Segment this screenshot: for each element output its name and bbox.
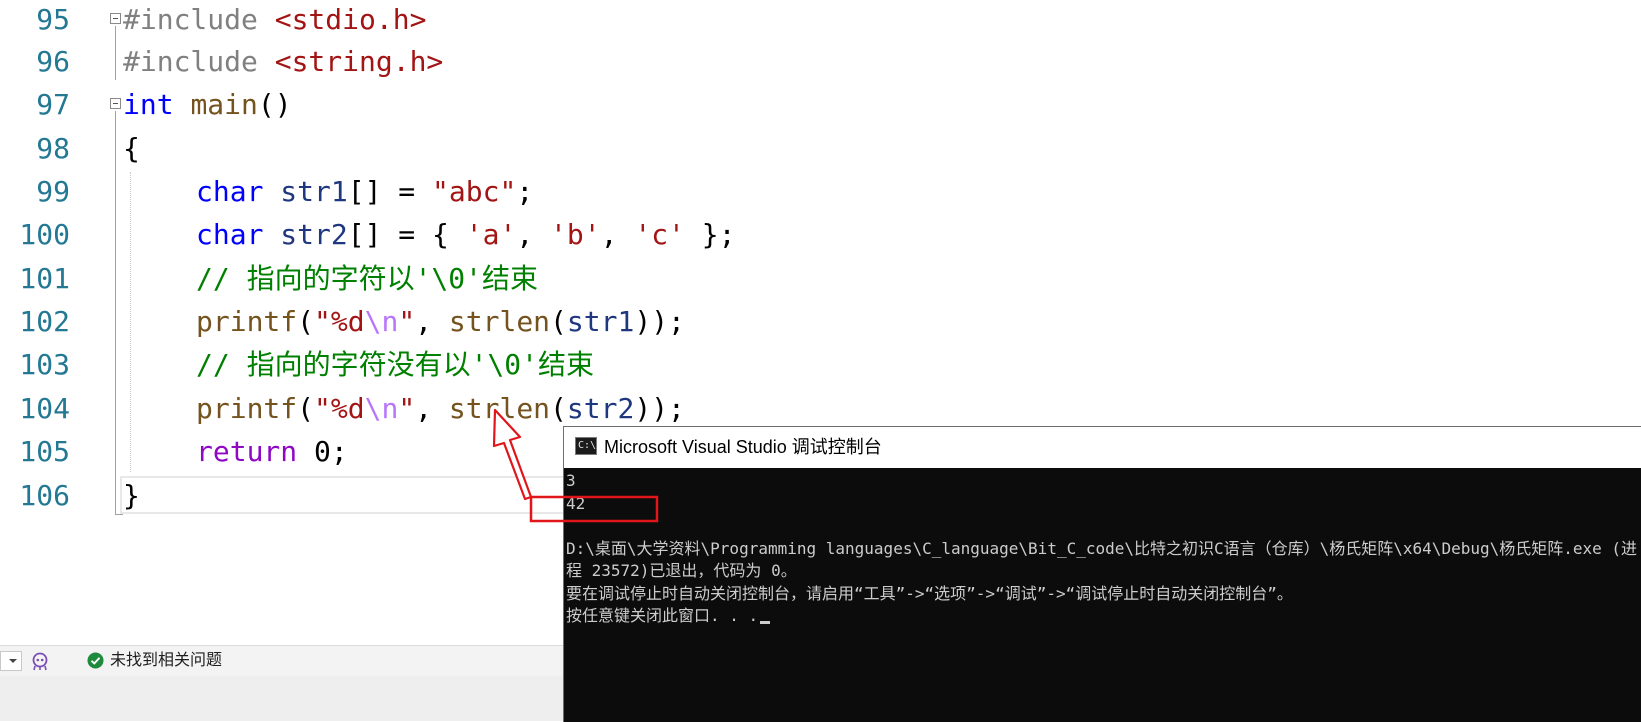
code-line-102[interactable]: printf("%d\n", strlen(str1)); [196, 302, 685, 342]
code-line-106[interactable]: } [123, 476, 140, 516]
code-line-97[interactable]: int main() [123, 85, 292, 125]
check-circle-icon [87, 652, 104, 669]
fold-line [115, 26, 116, 80]
line-number: 105 [19, 435, 70, 468]
zoom-dropdown[interactable] [0, 651, 22, 671]
line-number: 101 [19, 262, 70, 295]
console-app-icon: C:\ [575, 437, 597, 455]
code-line-103-comment[interactable]: // 指向的字符没有以'\0'结束 [196, 345, 594, 385]
line-number: 106 [19, 479, 70, 512]
issues-status-text[interactable]: 未找到相关问题 [110, 652, 222, 670]
code-line-95[interactable]: #include <stdio.h> [123, 0, 426, 40]
code-line-101-comment[interactable]: // 指向的字符以'\0'结束 [196, 259, 538, 299]
console-line: 要在调试停止时自动关闭控制台，请启用“工具”->“选项”->“调试”->“调试停… [566, 583, 1293, 603]
console-title: Microsoft Visual Studio 调试控制台 [604, 437, 882, 457]
line-number: 100 [19, 218, 70, 251]
code-line-105[interactable]: return 0; [196, 432, 348, 472]
console-line: 程 23572)已退出，代码为 0。 [566, 561, 797, 580]
console-cursor [760, 621, 771, 624]
debug-console-window[interactable]: C:\ Microsoft Visual Studio 调试控制台 3 42 D… [563, 426, 1641, 722]
line-number: 103 [19, 348, 70, 381]
line-number: 95 [36, 3, 70, 36]
code-line-98[interactable]: { [123, 129, 140, 169]
fold-line [115, 111, 116, 515]
line-number: 102 [19, 305, 70, 338]
console-line: D:\桌面\大学资料\Programming languages\C_langu… [566, 538, 1638, 558]
line-number: 96 [36, 45, 70, 78]
console-output[interactable]: 3 42 D:\桌面\大学资料\Programming languages\C_… [566, 470, 1641, 722]
console-line-prompt: 按任意键关闭此窗口. . . [566, 605, 1641, 628]
copilot-icon[interactable] [30, 651, 50, 671]
collapse-include-toggle[interactable] [110, 13, 121, 24]
collapse-main-toggle[interactable] [110, 98, 121, 109]
line-number: 99 [36, 175, 70, 208]
code-line-96[interactable]: #include <string.h> [123, 42, 443, 82]
indent-guide [130, 172, 131, 472]
line-number: 97 [36, 88, 70, 121]
code-line-100[interactable]: char str2[] = { 'a', 'b', 'c' }; [196, 215, 736, 255]
console-line: 42 [566, 493, 586, 513]
fold-line-end [115, 514, 123, 515]
line-number: 98 [36, 132, 70, 165]
current-line-highlight [120, 476, 570, 514]
code-line-104[interactable]: printf("%d\n", strlen(str2)); [196, 389, 685, 429]
console-title-bar[interactable]: C:\ Microsoft Visual Studio 调试控制台 [564, 427, 1641, 468]
line-number: 104 [19, 392, 70, 425]
code-line-99[interactable]: char str1[] = "abc"; [196, 172, 533, 212]
console-line: 3 [566, 471, 576, 490]
